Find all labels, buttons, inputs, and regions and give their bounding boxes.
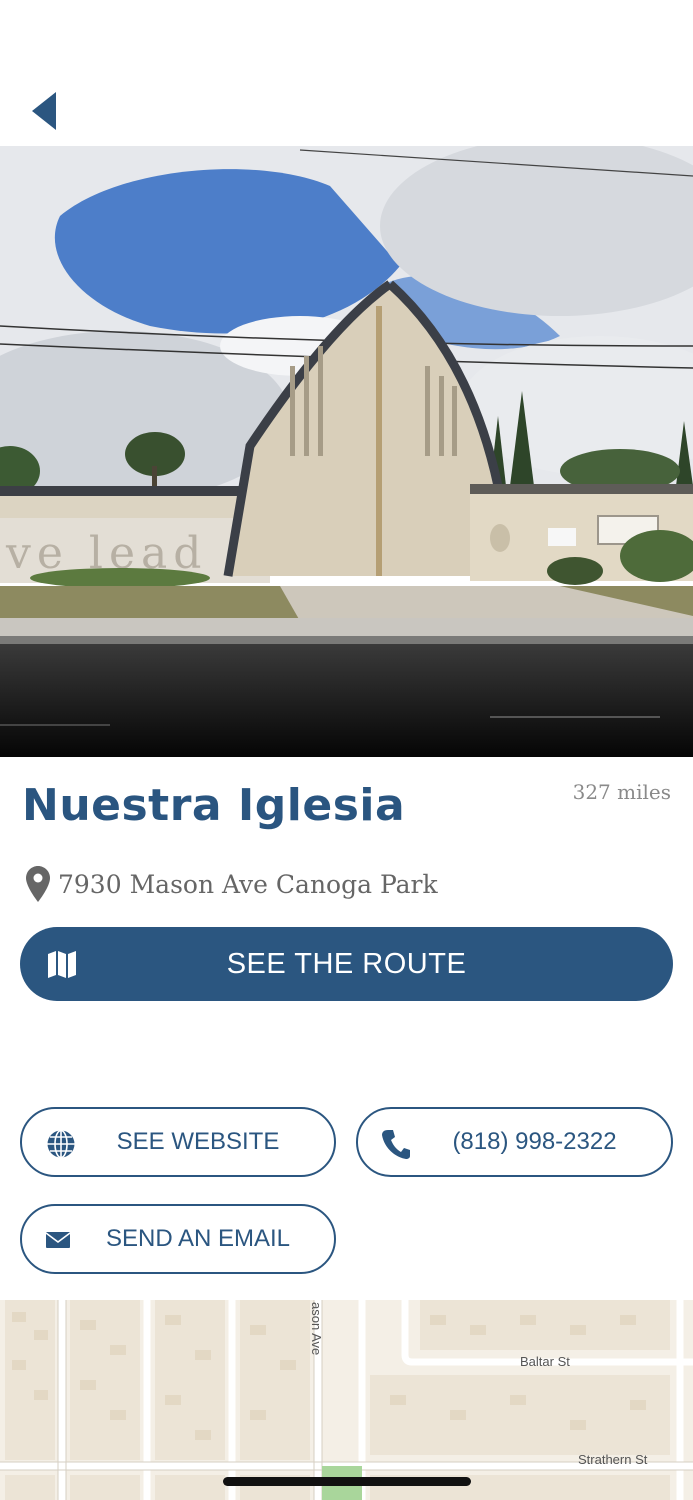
street-label-baltar: Baltar St bbox=[520, 1354, 570, 1369]
place-photo: ve lead bbox=[0, 146, 693, 757]
back-button[interactable] bbox=[22, 82, 70, 138]
location-pin-icon bbox=[26, 866, 50, 902]
home-indicator bbox=[223, 1477, 471, 1486]
navigation-bar bbox=[0, 0, 693, 146]
back-arrow-icon bbox=[32, 92, 56, 130]
see-website-button[interactable]: SEE WEBSITE bbox=[20, 1107, 336, 1177]
see-route-label: SEE THE ROUTE bbox=[226, 948, 467, 980]
see-website-label: SEE WEBSITE bbox=[116, 1128, 280, 1155]
street-label-strathern: Strathern St bbox=[578, 1452, 648, 1467]
phone-number-label: (818) 998-2322 bbox=[452, 1128, 617, 1155]
place-name: Nuestra Iglesia bbox=[22, 780, 406, 831]
see-route-button[interactable]: SEE THE ROUTE bbox=[20, 927, 673, 1001]
location-map[interactable]: ason Ave Baltar St Strathern St bbox=[0, 1300, 693, 1500]
address-text: 7930 Mason Ave Canoga Park bbox=[58, 869, 438, 899]
call-phone-button[interactable]: (818) 998-2322 bbox=[356, 1107, 673, 1177]
distance-label: 327 miles bbox=[572, 780, 671, 804]
send-email-button[interactable]: SEND AN EMAIL bbox=[20, 1204, 336, 1274]
address-row: 7930 Mason Ave Canoga Park bbox=[26, 864, 438, 904]
street-label-mason: ason Ave bbox=[309, 1302, 324, 1355]
send-email-label: SEND AN EMAIL bbox=[105, 1225, 291, 1252]
